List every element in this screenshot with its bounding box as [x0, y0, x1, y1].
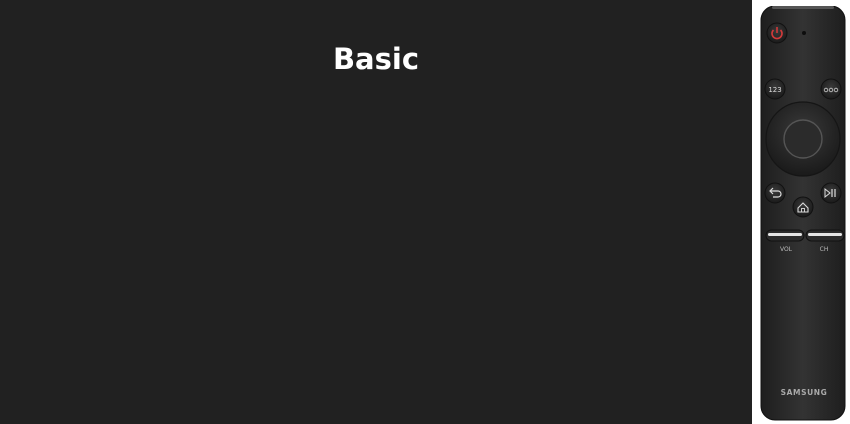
power-button[interactable]: [766, 22, 788, 44]
directional-pad[interactable]: [765, 101, 841, 177]
color-button[interactable]: [820, 78, 842, 100]
home-button[interactable]: [792, 196, 814, 218]
channel-rocker[interactable]: [805, 229, 845, 242]
play-pause-button[interactable]: [820, 182, 842, 204]
remote-body-graphic: 123 VOL CH SAMSUNG: [760, 6, 846, 421]
screen-title: Basic: [332, 42, 420, 76]
number-button[interactable]: 123: [764, 78, 786, 100]
channel-label: CH: [820, 246, 829, 253]
back-button[interactable]: [764, 182, 786, 204]
volume-rocker[interactable]: [765, 229, 805, 242]
samsung-remote: 123 VOL CH SAMSUNG: [760, 6, 850, 422]
number-button-label: 123: [768, 86, 781, 94]
remote-top-edge: [772, 6, 834, 9]
tv-screen: Basic: [0, 0, 752, 424]
volume-label: VOL: [780, 246, 793, 253]
microphone-hole: [802, 31, 806, 35]
brand-logo: SAMSUNG: [781, 388, 828, 397]
select-button[interactable]: [783, 119, 823, 159]
